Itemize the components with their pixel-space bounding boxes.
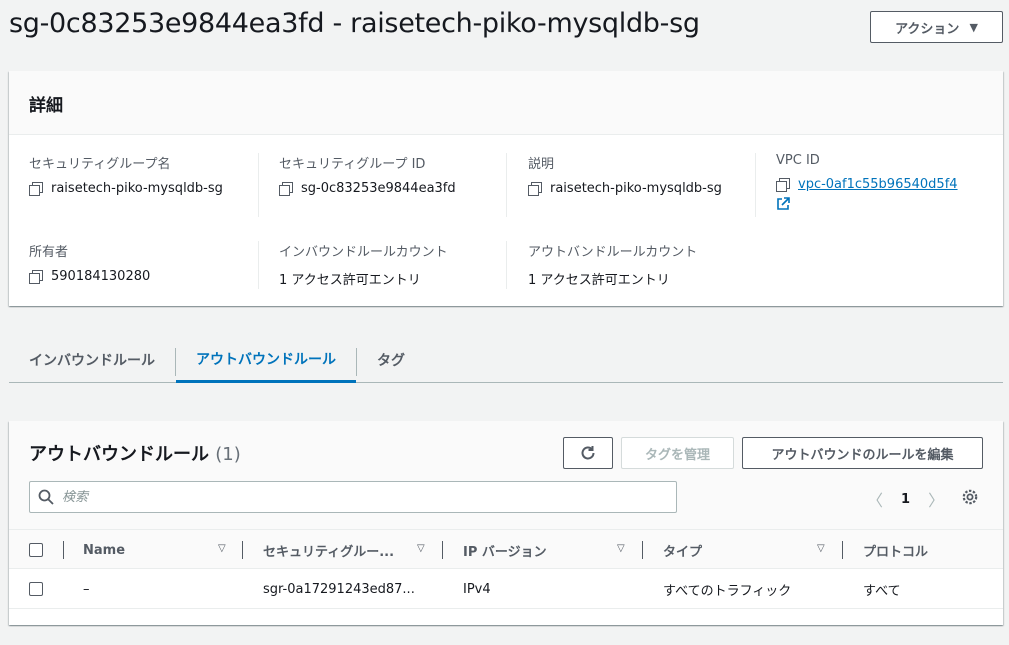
- sort-icon[interactable]: ▽: [417, 543, 425, 554]
- pagination: 〈 1 〉: [867, 487, 944, 511]
- inbound-count-field: インバウンドルールカウント 1 アクセス許可エントリ: [279, 241, 448, 288]
- column-header-protocol[interactable]: プロトコル: [863, 530, 928, 570]
- chevron-right-icon[interactable]: 〉: [928, 487, 944, 511]
- sort-icon[interactable]: ▽: [218, 543, 226, 554]
- vpc-id-link[interactable]: vpc-0af1c55b96540d5f4: [798, 177, 958, 192]
- rule-count: (1): [215, 444, 241, 465]
- search-icon: [38, 489, 54, 505]
- sg-name-value: raisetech-piko-mysqldb-sg: [51, 181, 223, 196]
- copy-icon[interactable]: [776, 177, 790, 192]
- chevron-left-icon[interactable]: 〈: [867, 487, 883, 511]
- outbound-count-label: アウトバンドルールカウント: [528, 245, 698, 260]
- search-input[interactable]: [62, 489, 652, 505]
- copy-icon[interactable]: [528, 181, 542, 196]
- refresh-button[interactable]: [563, 437, 613, 469]
- description-value: raisetech-piko-mysqldb-sg: [550, 181, 722, 196]
- cell-ip-version: IPv4: [463, 581, 491, 597]
- cell-protocol: すべて: [863, 583, 901, 599]
- page-number[interactable]: 1: [901, 492, 910, 507]
- sg-id-field: セキュリティグループ ID sg-0c83253e9844ea3fd: [279, 153, 456, 196]
- owner-value: 590184130280: [51, 269, 151, 284]
- actions-label: アクション: [895, 21, 960, 37]
- copy-icon[interactable]: [29, 269, 43, 284]
- row-checkbox[interactable]: [29, 582, 43, 596]
- column-divider: [242, 541, 243, 559]
- details-panel: 詳細 セキュリティグループ名 raisetech-piko-mysqldb-sg…: [9, 71, 1003, 306]
- sort-icon[interactable]: ▽: [817, 543, 825, 554]
- caret-down-icon: ▼: [969, 20, 978, 34]
- column-divider: [63, 541, 64, 559]
- cell-type: すべてのトラフィック: [663, 583, 792, 599]
- divider: [258, 153, 259, 217]
- search-bar: [29, 481, 677, 513]
- cell-name: –: [83, 581, 90, 597]
- tab-outbound-rules[interactable]: アウトバウンドルール: [176, 337, 356, 383]
- page-title: sg-0c83253e9844ea3fd - raisetech-piko-my…: [9, 8, 700, 39]
- table-row[interactable]: – sgr-0a17291243ed87... IPv4 すべてのトラフィック …: [9, 569, 1003, 609]
- sg-name-field: セキュリティグループ名 raisetech-piko-mysqldb-sg: [29, 153, 223, 196]
- column-divider: [842, 541, 843, 559]
- owner-field: 所有者 590184130280: [29, 241, 150, 284]
- settings-gear-icon[interactable]: [961, 488, 979, 510]
- column-header-type[interactable]: タイプ: [663, 530, 702, 570]
- column-header-name[interactable]: Name: [83, 530, 125, 570]
- outbound-rules-title: アウトバウンドルール (1): [29, 440, 241, 466]
- refresh-icon: [581, 446, 595, 460]
- copy-icon[interactable]: [279, 181, 293, 196]
- vpc-id-label: VPC ID: [776, 153, 820, 168]
- tab-inbound-rules[interactable]: インバウンドルール: [9, 337, 175, 383]
- divider: [755, 153, 756, 217]
- external-link-icon[interactable]: [776, 196, 790, 210]
- outbound-count-field: アウトバンドルールカウント 1 アクセス許可エントリ: [528, 241, 697, 288]
- sg-id-value: sg-0c83253e9844ea3fd: [301, 181, 456, 196]
- outbound-rules-panel: アウトバウンドルール (1) タグを管理 アウトバウンドのルールを編集 〈 1 …: [9, 421, 1003, 625]
- description-label: 説明: [528, 157, 555, 172]
- column-header-rule-id[interactable]: セキュリティグルー...: [263, 530, 394, 570]
- inbound-count-label: インバウンドルールカウント: [279, 245, 448, 260]
- vpc-id-field: VPC ID vpc-0af1c55b96540d5f4: [776, 153, 958, 215]
- edit-outbound-rules-button[interactable]: アウトバウンドのルールを編集: [742, 437, 983, 469]
- actions-dropdown-button[interactable]: アクション ▼: [870, 11, 1003, 43]
- tab-bar: インバウンドルール アウトバウンドルール タグ: [9, 337, 1003, 383]
- select-all-checkbox[interactable]: [29, 543, 43, 557]
- divider: [258, 241, 259, 289]
- sort-icon[interactable]: ▽: [617, 543, 625, 554]
- cell-rule-id: sgr-0a17291243ed87...: [263, 581, 415, 597]
- sg-name-label: セキュリティグループ名: [29, 157, 171, 172]
- manage-tags-button[interactable]: タグを管理: [621, 437, 734, 469]
- divider: [506, 153, 507, 217]
- column-header-ip-version[interactable]: IP バージョン: [463, 530, 547, 570]
- divider: [506, 241, 507, 289]
- copy-icon[interactable]: [29, 181, 43, 196]
- sg-id-label: セキュリティグループ ID: [279, 157, 426, 172]
- outbound-rules-title-text: アウトバウンドルール: [29, 444, 209, 465]
- outbound-rules-table: Name ▽ セキュリティグルー... ▽ IP バージョン ▽ タイプ ▽ プ…: [9, 529, 1003, 609]
- tab-tags[interactable]: タグ: [357, 337, 425, 383]
- column-divider: [642, 541, 643, 559]
- inbound-count-value: 1 アクセス許可エントリ: [279, 273, 421, 288]
- table-header-row: Name ▽ セキュリティグルー... ▽ IP バージョン ▽ タイプ ▽ プ…: [9, 529, 1003, 569]
- owner-label: 所有者: [29, 245, 69, 260]
- description-field: 説明 raisetech-piko-mysqldb-sg: [528, 153, 722, 196]
- column-divider: [442, 541, 443, 559]
- details-heading: 詳細: [9, 71, 1003, 135]
- outbound-count-value: 1 アクセス許可エントリ: [528, 273, 670, 288]
